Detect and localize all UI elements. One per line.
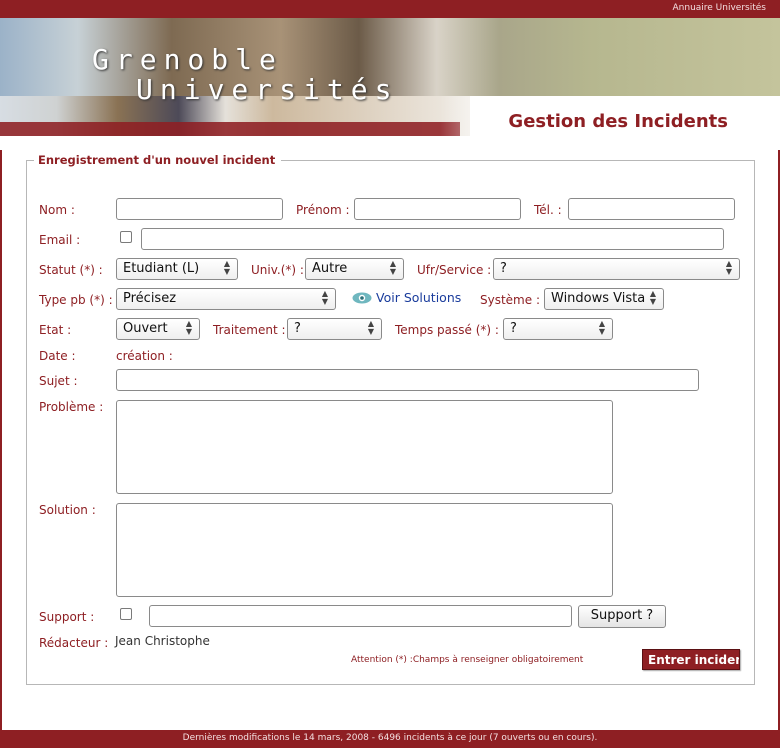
prenom-label: Prénom : (296, 203, 350, 217)
ufr-label: Ufr/Service : (417, 263, 492, 277)
eye-icon (352, 292, 372, 304)
ufr-value: ? (500, 261, 507, 276)
top-strip: Annuaire Universités (0, 0, 780, 18)
traitement-value: ? (294, 321, 301, 336)
tel-label: Tél. : (534, 203, 562, 217)
date-label: Date : (39, 349, 76, 363)
etat-select[interactable]: Ouvert ▲ ▼ (116, 318, 200, 340)
nom-input[interactable] (116, 198, 283, 220)
brand-logo: Grenoble Universités (92, 46, 398, 104)
support-input[interactable] (149, 605, 572, 627)
voir-solutions-link[interactable]: Voir Solutions (352, 290, 461, 305)
chevron-updown-icon: ▲ ▼ (321, 289, 329, 306)
page: Annuaire Universités Grenoble Université… (0, 0, 780, 748)
temps-passe-value: ? (510, 321, 517, 336)
chevron-updown-icon: ▲ ▼ (598, 319, 606, 336)
banner-accent-bar (0, 122, 460, 136)
statut-label: Statut (*) : (39, 263, 103, 277)
support-button[interactable]: Support ? (578, 605, 666, 628)
type-pb-value: Précisez (123, 291, 177, 306)
etat-label: Etat : (39, 323, 72, 337)
chevron-updown-icon: ▲ ▼ (367, 319, 375, 336)
tel-input[interactable] (568, 198, 735, 220)
chevron-updown-icon: ▲ ▼ (185, 319, 193, 336)
type-pb-select[interactable]: Précisez ▲ ▼ (116, 288, 336, 310)
sujet-input[interactable] (116, 369, 699, 391)
type-pb-label: Type pb (*) : (39, 293, 113, 307)
support-checkbox[interactable] (120, 608, 132, 620)
nom-label: Nom : (39, 203, 75, 217)
traitement-label: Traitement : (213, 323, 286, 337)
brand-line-1: Grenoble (92, 43, 283, 76)
redacteur-value: Jean Christophe (115, 634, 210, 648)
email-input[interactable] (141, 228, 724, 250)
support-label: Support : (39, 610, 95, 624)
chevron-updown-icon: ▲ ▼ (389, 259, 397, 276)
email-checkbox[interactable] (120, 231, 132, 243)
required-note: Attention (*) :Champs à renseigner oblig… (351, 655, 584, 665)
chevron-updown-icon: ▲ ▼ (725, 259, 733, 276)
voir-solutions-label: Voir Solutions (376, 290, 462, 305)
probleme-label: Problème : (39, 400, 104, 414)
prenom-input[interactable] (354, 198, 521, 220)
submit-incident-button[interactable]: Entrer incident (642, 649, 740, 670)
left-border (0, 150, 2, 730)
temps-passe-select[interactable]: ? ▲ ▼ (503, 318, 613, 340)
univ-value: Autre (312, 261, 348, 276)
annuaire-link[interactable]: Annuaire Universités (673, 3, 767, 13)
footer: Dernières modifications le 14 mars, 2008… (0, 730, 780, 748)
statut-select[interactable]: Etudiant (L) ▲ ▼ (116, 258, 238, 280)
solution-textarea[interactable] (116, 503, 613, 597)
systeme-label: Système : (480, 293, 540, 307)
app-title: Gestion des Incidents (508, 111, 728, 132)
temps-passe-label: Temps passé (*) : (395, 323, 499, 337)
probleme-textarea[interactable] (116, 400, 613, 494)
statut-value: Etudiant (L) (123, 261, 200, 276)
fieldset-legend: Enregistrement d'un nouvel incident (34, 153, 282, 167)
univ-select[interactable]: Autre ▲ ▼ (305, 258, 404, 280)
email-label: Email : (39, 233, 81, 247)
solution-label: Solution : (39, 503, 96, 517)
chevron-updown-icon: ▲ ▼ (649, 289, 657, 306)
header-banner: Grenoble Universités Gestion des Inciden… (0, 18, 780, 150)
etat-value: Ouvert (123, 321, 168, 336)
univ-label: Univ.(*) : (251, 263, 304, 277)
traitement-select[interactable]: ? ▲ ▼ (287, 318, 382, 340)
systeme-value: Windows Vista (551, 291, 646, 306)
brand-line-2: Universités (136, 73, 399, 106)
chevron-updown-icon: ▲ ▼ (223, 259, 231, 276)
redacteur-label: Rédacteur : (39, 636, 109, 650)
ufr-select[interactable]: ? ▲ ▼ (493, 258, 740, 280)
systeme-select[interactable]: Windows Vista ▲ ▼ (544, 288, 664, 310)
sujet-label: Sujet : (39, 374, 78, 388)
footer-text: Dernières modifications le 14 mars, 2008… (182, 733, 598, 743)
date-value: création : (116, 349, 173, 363)
